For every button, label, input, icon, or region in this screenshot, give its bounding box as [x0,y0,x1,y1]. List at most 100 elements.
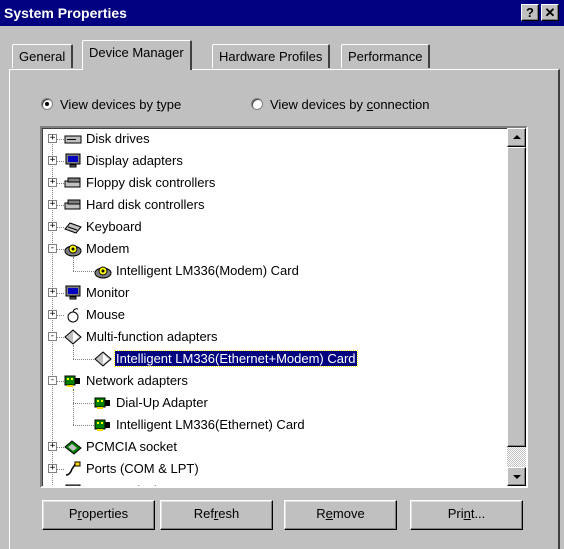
tree-line [73,425,94,426]
mouse-icon [64,307,82,323]
port-icon [64,461,82,477]
collapse-icon[interactable]: - [48,244,57,253]
view-by-type-radio[interactable]: View devices by type [41,95,181,113]
collapse-icon[interactable]: - [48,332,57,341]
network-adapter-icon [94,417,112,433]
tree-line [73,403,94,404]
tree-category[interactable]: + Hard disk controllers [42,194,506,216]
tree-line [57,315,64,316]
arrow-up-icon [513,135,521,139]
tree-line [57,337,64,338]
tree-category[interactable]: - Multi-function adapters [42,326,506,348]
device-tree[interactable]: + Disk drives + Display adapters + Floppy dis… [40,126,528,488]
expand-icon[interactable]: + [48,288,57,297]
tree-category[interactable]: + Disk drives [42,128,506,150]
tab-device-manager[interactable]: Device Manager [82,40,192,70]
expand-icon[interactable]: + [48,442,57,451]
view-by-type-label: View devices by type [60,96,182,112]
tree-item-label: Intelligent LM336(Ethernet+Modem) Card [114,350,358,367]
tree-item-label: Keyboard [86,219,142,234]
pcmcia-icon [64,439,82,455]
tree-category[interactable]: + Floppy disk controllers [42,172,506,194]
tree-line [57,139,64,140]
tab-label: General [19,49,66,64]
tree-item-label: Mouse [86,307,126,322]
expand-icon[interactable]: + [48,310,57,319]
tree-category[interactable]: + Display adapters [42,150,506,172]
tree-item-label: Intelligent LM336(Ethernet) Card [116,417,305,432]
tree-item-label: System devices [86,483,177,486]
tree-item-label: Network adapters [86,373,188,388]
network-adapter-icon [64,373,82,389]
tree-item-label: Disk drives [86,131,150,146]
multifunction-icon [94,351,112,367]
tree-line [57,381,64,382]
print-button[interactable]: Print... [410,500,523,530]
multifunction-icon [64,329,82,345]
tab-label: Device Manager [89,45,184,60]
window-title: System Properties [4,5,127,21]
refresh-button[interactable]: Refresh [160,500,273,530]
keyboard-icon [64,219,82,235]
tree-line [57,183,64,184]
modem-icon [64,241,82,257]
tree-device[interactable]: Intelligent LM336(Modem) Card [42,260,506,282]
tree-category[interactable]: + PCMCIA socket [42,436,506,458]
expand-icon[interactable]: + [48,200,57,209]
expand-icon[interactable]: + [48,222,57,231]
tree-category[interactable]: - Modem [42,238,506,260]
tree-device[interactable]: Intelligent LM336(Ethernet) Card [42,414,506,436]
tree-item-label: Hard disk controllers [86,197,205,212]
hard-disk-controller-icon [64,197,82,213]
expand-icon[interactable]: + [50,486,55,487]
scroll-up-button[interactable] [507,128,526,147]
tree-line [57,161,64,162]
vertical-scrollbar[interactable] [507,128,526,486]
tree-line [57,249,64,250]
view-by-connection-radio[interactable]: View devices by connection [251,95,429,113]
tree-item-label: Multi-function adapters [86,329,218,344]
tree-category[interactable]: + Monitor [42,282,506,304]
close-button[interactable]: ✕ [541,4,559,21]
monitor-icon [64,153,82,169]
tree-item-label: PCMCIA socket [86,439,178,454]
properties-button[interactable]: Properties [42,500,155,530]
tree-category[interactable]: + Ports (COM & LPT) [42,458,506,480]
tree-line [57,227,64,228]
tab-general[interactable]: General [12,44,74,68]
radio-dot [251,98,263,110]
tree-category[interactable]: - Network adapters [42,370,506,392]
remove-button[interactable]: Remove [284,500,397,530]
tab-performance[interactable]: Performance [341,44,431,68]
expand-icon[interactable]: + [48,464,57,473]
system-devices-icon [64,483,82,486]
device-tree-list: + Disk drives + Display adapters + Floppy dis… [42,128,506,487]
tree-item-label: Display adapters [86,153,183,168]
tree-category[interactable]: + Mouse [42,304,506,326]
tree-category[interactable]: + System devices [42,480,506,487]
tree-device[interactable]: Dial-Up Adapter [42,392,506,414]
expand-icon[interactable]: + [48,178,57,187]
tree-line [57,447,64,448]
tree-item-label: Monitor [86,285,130,300]
tab-label: Performance [348,49,423,64]
tree-line [73,271,94,272]
tab-label: Hardware Profiles [219,49,323,64]
floppy-controller-icon [64,175,82,191]
view-by-connection-label: View devices by connection [270,96,430,112]
tab-hardware-profiles[interactable]: Hardware Profiles [212,44,331,68]
tree-line [57,293,64,294]
tree-line [57,469,64,470]
tree-device[interactable]: Intelligent LM336(Ethernet+Modem) Card [42,348,506,370]
tree-category[interactable]: + Keyboard [42,216,506,238]
expand-icon[interactable]: + [48,134,57,143]
help-button[interactable]: ? [521,4,539,21]
tree-item-label: Dial-Up Adapter [116,395,208,410]
monitor-icon [64,285,82,301]
scroll-thumb[interactable] [507,147,526,447]
collapse-icon[interactable]: - [48,376,57,385]
tree-line [73,359,94,360]
title-bar: System Properties ? ✕ [0,0,564,26]
expand-icon[interactable]: + [48,156,57,165]
scroll-down-button[interactable] [507,467,526,486]
